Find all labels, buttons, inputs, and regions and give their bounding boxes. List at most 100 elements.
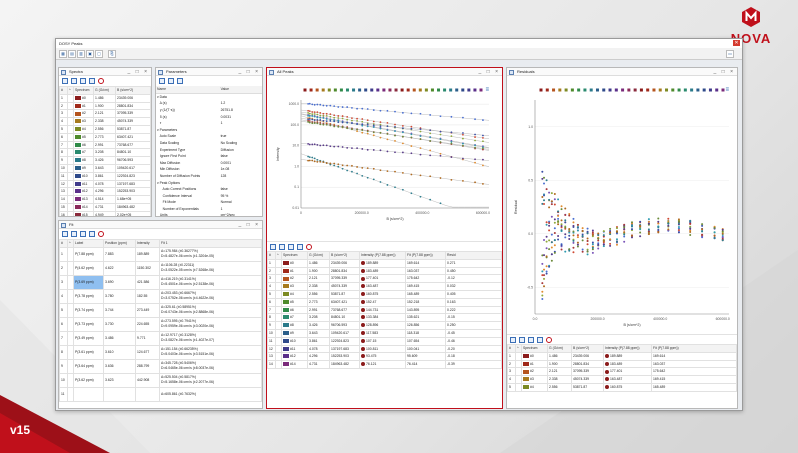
- table-row[interactable]: 9 #8 3.426 96706.593 128.896 126.856 0.250: [267, 321, 502, 330]
- residuals-chart[interactable]: ≡ 1.0 0.5 0.0 -0.5 0.0 200000.0 400000.0 600000.…: [507, 76, 737, 334]
- table-row[interactable]: 15 #14 4.731 184963.482: [59, 202, 151, 212]
- panel-controls[interactable]: _ □ ×: [128, 68, 150, 76]
- column-header[interactable]: Intensity (P(7.88 ppm)): [359, 251, 406, 260]
- chart-view-icon[interactable]: ▥: [77, 50, 85, 58]
- column-header[interactable]: Resid: [445, 251, 502, 260]
- column-header[interactable]: B (s/cm^2): [329, 251, 360, 260]
- table-row[interactable]: 7 #6 2.991 73768.677 144.731 143.895 0.222: [267, 305, 502, 315]
- column-header[interactable]: B (s/cm^2): [571, 344, 604, 353]
- table-row[interactable]: 2 #1 1.900 28801.834 183.489 163.037 0.450: [267, 266, 502, 276]
- table-icon[interactable]: [537, 337, 543, 343]
- column-header[interactable]: #: [59, 86, 68, 95]
- list-icon[interactable]: [528, 337, 534, 343]
- parameter-row[interactable]: Fit Mode Normal: [156, 199, 262, 206]
- panel-controls[interactable]: _ □ ×: [714, 68, 736, 76]
- table-row[interactable]: 13 #12 4.296 152253.903 93.475 95.609 -0.18: [267, 352, 502, 362]
- table-icon[interactable]: [89, 78, 95, 84]
- table-icon[interactable]: [297, 244, 303, 250]
- parameter-row[interactable]: v Parameters: [156, 127, 262, 134]
- table-row[interactable]: 3 #2 2.121 37095.339 177.401 175.642 -0.12: [267, 274, 502, 284]
- table-row[interactable]: 8 #7 3.208 84801.10 133.384 135.621 -0.15: [267, 313, 502, 323]
- close-window-button[interactable]: ✕: [733, 40, 740, 46]
- column-header[interactable]: G (G/cm): [93, 86, 116, 95]
- copy-icon[interactable]: [71, 231, 77, 237]
- layout-view-icon[interactable]: ▣: [86, 50, 94, 58]
- column-header[interactable]: Position (ppm): [103, 239, 136, 248]
- table-view-icon[interactable]: ▤: [68, 50, 76, 58]
- panel-controls[interactable]: _ □ ×: [239, 68, 261, 76]
- column-header[interactable]: Fit (P(7.88 ppm)): [651, 344, 737, 353]
- table-row[interactable]: 8 #7 3.208 84801.10: [59, 148, 151, 158]
- parameter-row[interactable]: γ (1/(T·s)) 26751.8: [156, 107, 262, 114]
- table-row[interactable]: 11 #10 3.861 122924.823 107.15 107.654 -0.46: [267, 336, 502, 346]
- table-row[interactable]: 4 #3 2.338 45074.339: [59, 117, 151, 126]
- parameter-row[interactable]: Auto Scale true: [156, 133, 262, 140]
- copy-icon[interactable]: [159, 78, 165, 84]
- table-row[interactable]: 7 #6 2.991 73768.677: [59, 140, 151, 150]
- column-header[interactable]: G (G/cm): [547, 344, 572, 353]
- fit-row[interactable]: 8 P(3.61 ppm) 3.610 124.677 A=151.154 (±0.66…: [59, 344, 262, 360]
- fit-row[interactable]: 3 P(3.69 ppm) 3.690 421.586 A=416.219 (±0.31…: [59, 274, 262, 290]
- column-header[interactable]: Intensity (P(7.88 ppm)): [603, 344, 652, 353]
- table-row[interactable]: 12 #11 4.078 137197.683: [59, 179, 151, 189]
- table-row[interactable]: 5 #4 2.556 53871.87 160.875 165.489: [507, 382, 737, 392]
- save-icon[interactable]: [270, 244, 276, 250]
- export-icon[interactable]: ⎘: [108, 50, 116, 58]
- fit-row[interactable]: 10 P(3.62 ppm) 3.623 442.908 A=525.504 (±0.5…: [59, 372, 262, 388]
- grid-view-icon[interactable]: ▦: [59, 50, 67, 58]
- parameter-row[interactable]: Min Diffusion 1e-08: [156, 166, 262, 173]
- parameter-row[interactable]: Ignore First Point false: [156, 153, 262, 160]
- fit-row[interactable]: 11 A=605.861 (±0.7632%): [59, 386, 262, 402]
- table-row[interactable]: 10 #9 3.643 109420.617 117.583 118.318 -0.45: [267, 328, 502, 338]
- settings-icon[interactable]: [546, 337, 552, 343]
- copy-icon[interactable]: [71, 78, 77, 84]
- panel-controls[interactable]: _ □ ×: [239, 221, 261, 229]
- column-header[interactable]: #: [507, 344, 516, 353]
- all-peaks-chart[interactable]: ≡ 1000.0 100.0 10.0 1.0 0.1 0.010 200000.0 40000…: [267, 76, 502, 241]
- settings-icon[interactable]: [98, 78, 104, 84]
- table-row[interactable]: 13 #12 4.296 152253.903: [59, 187, 151, 197]
- refresh-icon[interactable]: [177, 78, 183, 84]
- column-header[interactable]: Intensity: [135, 239, 160, 248]
- table-row[interactable]: 5 #4 2.556 53871.87: [59, 124, 151, 134]
- table-row[interactable]: 6 #5 2.773 63407.421: [59, 132, 151, 142]
- table-row[interactable]: 11 #10 3.861 122924.823: [59, 171, 151, 181]
- window-layout-icon[interactable]: ▢: [95, 50, 103, 58]
- table-row[interactable]: 4 #3 2.338 45074.339 163.487 169.415: [507, 375, 737, 384]
- table-row[interactable]: 2 #1 1.900 28801.834: [59, 101, 151, 111]
- parameter-row[interactable]: Number of Diffusion Points 128: [156, 173, 262, 180]
- table-row[interactable]: 3 #2 2.121 37095.339: [59, 109, 151, 119]
- save-icon[interactable]: [510, 337, 516, 343]
- parameter-row[interactable]: Confidence Interval 95 %: [156, 193, 262, 200]
- column-header[interactable]: #: [267, 251, 276, 260]
- column-header[interactable]: B (s/cm^2): [115, 86, 151, 95]
- table-icon[interactable]: [89, 231, 95, 237]
- table-row[interactable]: 1 #0 1.486 23439.006: [59, 93, 151, 103]
- column-header[interactable]: Name: [156, 86, 220, 94]
- table-row[interactable]: 3 #2 2.121 37095.339 177.401 175.642: [507, 367, 737, 377]
- column-header[interactable]: Spectrum: [281, 251, 308, 260]
- parameter-row[interactable]: Units cm^2/sec: [156, 212, 262, 216]
- column-header[interactable]: Fit (P(7.88 ppm)): [405, 251, 446, 260]
- table-row[interactable]: 5 #4 2.556 53871.87 160.875 165.489 0.405: [267, 289, 502, 299]
- column-header[interactable]: Label: [73, 239, 104, 248]
- fit-row[interactable]: 1 P(7.88 ppm) 7.883 189.889 A=175.984 (±0.36…: [59, 246, 262, 262]
- settings-icon[interactable]: [98, 231, 104, 237]
- table-row[interactable]: 6 #5 2.773 63407.421 152.47 152.218 0.163: [267, 297, 502, 307]
- list-icon[interactable]: [168, 78, 174, 84]
- parameter-row[interactable]: τ1: [156, 120, 262, 127]
- window-menu-icon[interactable]: ▭: [726, 50, 734, 58]
- column-header[interactable]: Spectrum: [73, 86, 94, 95]
- save-icon[interactable]: [62, 231, 68, 237]
- table-row[interactable]: 4 #3 2.338 45074.339 163.487 169.415 0.032: [267, 282, 502, 291]
- parameter-row[interactable]: δ (s) 0.0031: [156, 114, 262, 121]
- copy-icon[interactable]: [279, 244, 285, 250]
- save-icon[interactable]: [62, 78, 68, 84]
- fit-row[interactable]: 5 P(3.74 ppm) 3.744 273.449 A=325.61 (±0.589…: [59, 302, 262, 318]
- list-icon[interactable]: [80, 231, 86, 237]
- table-row[interactable]: 14 #14 4.731 184963.482 76.121 76.414 -0.39: [267, 360, 502, 369]
- fit-row[interactable]: 4 P(3.78 ppm) 3.780 182.55 A=203.453 (±0.666…: [59, 288, 262, 304]
- copy-icon[interactable]: [519, 337, 525, 343]
- column-header[interactable]: G (G/cm): [307, 251, 330, 260]
- fit-row[interactable]: 6 P(3.73 ppm) 3.730 224.655 A=273.595 (±0.79…: [59, 316, 262, 332]
